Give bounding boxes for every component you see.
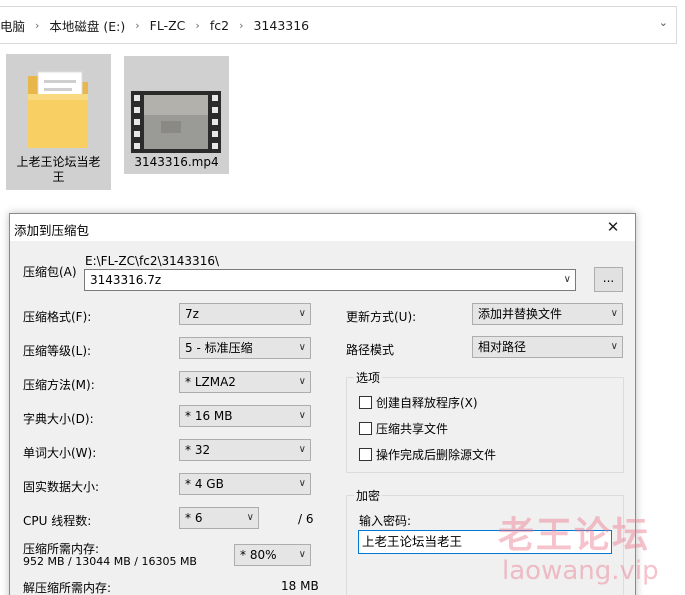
method-select[interactable]: * LZMA2 ∨ — [179, 371, 311, 393]
word-value: * 32 — [185, 443, 211, 457]
file-name: 上老王论坛当老王 — [16, 155, 101, 184]
sfx-checkbox[interactable]: 创建自释放程序(X) — [359, 394, 478, 411]
checkbox-box[interactable] — [359, 422, 372, 435]
sfx-label: 创建自释放程序(X) — [376, 396, 478, 410]
breadcrumb: 电脑 › 本地磁盘 (E:) › FL-ZC › fc2 › 3143316 — [0, 16, 309, 35]
video-file-icon — [131, 91, 221, 153]
memory-value: 952 MB / 13044 MB / 16305 MB — [23, 555, 197, 568]
chevron-right-icon[interactable]: › — [195, 19, 199, 32]
chevron-down-icon[interactable]: ⌄ — [659, 16, 668, 29]
memory-percent-value: * 80% — [240, 548, 277, 562]
level-value: 5 - 标准压缩 — [185, 341, 253, 355]
solid-value: * 4 GB — [185, 477, 224, 491]
archive-name-value: 3143316.7z — [90, 273, 162, 287]
path-mode-select[interactable]: 相对路径 ∨ — [472, 336, 623, 358]
chevron-down-icon[interactable]: ∨ — [611, 304, 618, 324]
dict-value: * 16 MB — [185, 409, 233, 423]
options-group: 选项 创建自释放程序(X) 压缩共享文件 操作完成后删除源文件 — [346, 369, 624, 473]
encryption-title: 加密 — [354, 487, 383, 504]
update-label: 更新方式(U): — [346, 310, 417, 324]
chevron-down-icon[interactable]: ∨ — [299, 372, 306, 392]
threads-label: CPU 线程数: — [23, 514, 92, 528]
checkbox-box[interactable] — [359, 448, 372, 461]
shared-checkbox[interactable]: 压缩共享文件 — [359, 420, 448, 437]
method-value: * LZMA2 — [185, 375, 236, 389]
add-to-archive-dialog: 添加到压缩包 ✕ 压缩包(A) E:\FL-ZC\fc2\3143316\ 31… — [9, 213, 636, 595]
breadcrumb-item[interactable]: 本地磁盘 (E:) — [49, 16, 125, 35]
word-select[interactable]: * 32 ∨ — [179, 439, 311, 461]
browse-button[interactable]: ... — [594, 267, 623, 292]
chevron-down-icon[interactable]: ∨ — [299, 545, 306, 565]
breadcrumb-item[interactable]: fc2 — [210, 18, 229, 33]
update-select[interactable]: 添加并替换文件 ∨ — [472, 303, 623, 325]
dialog-body: 压缩包(A) E:\FL-ZC\fc2\3143316\ 3143316.7z … — [10, 241, 635, 595]
encryption-group: 加密 输入密码: 上老王论坛当老王 — [346, 487, 624, 595]
chevron-down-icon[interactable]: ∨ — [299, 440, 306, 460]
shared-label: 压缩共享文件 — [376, 422, 449, 436]
threads-value: * 6 — [185, 511, 203, 525]
update-value: 添加并替换文件 — [478, 307, 563, 321]
decompress-memory-value: 18 MB — [281, 579, 319, 593]
method-label: 压缩方法(M): — [23, 378, 95, 392]
level-label: 压缩等级(L): — [23, 344, 92, 358]
chevron-down-icon[interactable]: ∨ — [564, 270, 571, 290]
format-value: 7z — [185, 307, 199, 321]
file-name: 3143316.mp4 — [134, 155, 219, 169]
folder-icon — [28, 71, 88, 148]
chevron-right-icon[interactable]: › — [35, 19, 39, 32]
chevron-right-icon[interactable]: › — [239, 19, 243, 32]
chevron-down-icon[interactable]: ∨ — [611, 337, 618, 357]
checkbox-box[interactable] — [359, 396, 372, 409]
dict-select[interactable]: * 16 MB ∨ — [179, 405, 311, 427]
title-bar: 添加到压缩包 ✕ — [10, 214, 635, 241]
memory-percent-select[interactable]: * 80% ∨ — [234, 544, 311, 566]
breadcrumb-item[interactable]: 电脑 — [0, 16, 25, 35]
breadcrumb-item[interactable]: 3143316 — [253, 18, 309, 33]
address-bar[interactable]: 电脑 › 本地磁盘 (E:) › FL-ZC › fc2 › 3143316 ⌄ — [0, 6, 677, 44]
archive-path: E:\FL-ZC\fc2\3143316\ — [85, 254, 220, 268]
chevron-down-icon[interactable]: ∨ — [299, 474, 306, 494]
level-select[interactable]: 5 - 标准压缩 ∨ — [179, 337, 311, 359]
path-mode-label: 路径模式 — [346, 343, 395, 357]
dialog-title: 添加到压缩包 — [14, 223, 90, 238]
password-label: 输入密码: — [359, 514, 412, 528]
solid-label: 固实数据大小: — [23, 480, 100, 494]
password-value: 上老王论坛当老王 — [362, 534, 463, 549]
options-title: 选项 — [354, 369, 383, 386]
decompress-memory-label: 解压缩所需内存: — [23, 581, 112, 595]
chevron-down-icon[interactable]: ∨ — [299, 406, 306, 426]
file-item-video[interactable]: 3143316.mp4 — [124, 56, 229, 174]
chevron-right-icon[interactable]: › — [135, 19, 139, 32]
dict-label: 字典大小(D): — [23, 412, 94, 426]
chevron-down-icon[interactable]: ∨ — [299, 304, 306, 324]
format-label: 压缩格式(F): — [23, 310, 92, 324]
format-select[interactable]: 7z ∨ — [179, 303, 311, 325]
delete-source-label: 操作完成后删除源文件 — [376, 448, 497, 462]
file-item-folder[interactable]: 上老王论坛当老王 — [6, 54, 111, 190]
word-label: 单词大小(W): — [23, 446, 97, 460]
chevron-down-icon[interactable]: ∨ — [247, 508, 254, 528]
archive-label: 压缩包(A) — [23, 265, 77, 279]
chevron-down-icon[interactable]: ∨ — [299, 338, 306, 358]
password-input[interactable]: 上老王论坛当老王 — [358, 530, 612, 554]
threads-select[interactable]: * 6 ∨ — [179, 507, 259, 529]
path-mode-value: 相对路径 — [478, 340, 527, 354]
solid-select[interactable]: * 4 GB ∨ — [179, 473, 311, 495]
close-icon[interactable]: ✕ — [591, 214, 635, 241]
breadcrumb-item[interactable]: FL-ZC — [150, 18, 186, 33]
delete-source-checkbox[interactable]: 操作完成后删除源文件 — [359, 446, 496, 463]
archive-name-combo[interactable]: 3143316.7z ∨ — [84, 269, 576, 291]
threads-total: / 6 — [298, 512, 314, 526]
